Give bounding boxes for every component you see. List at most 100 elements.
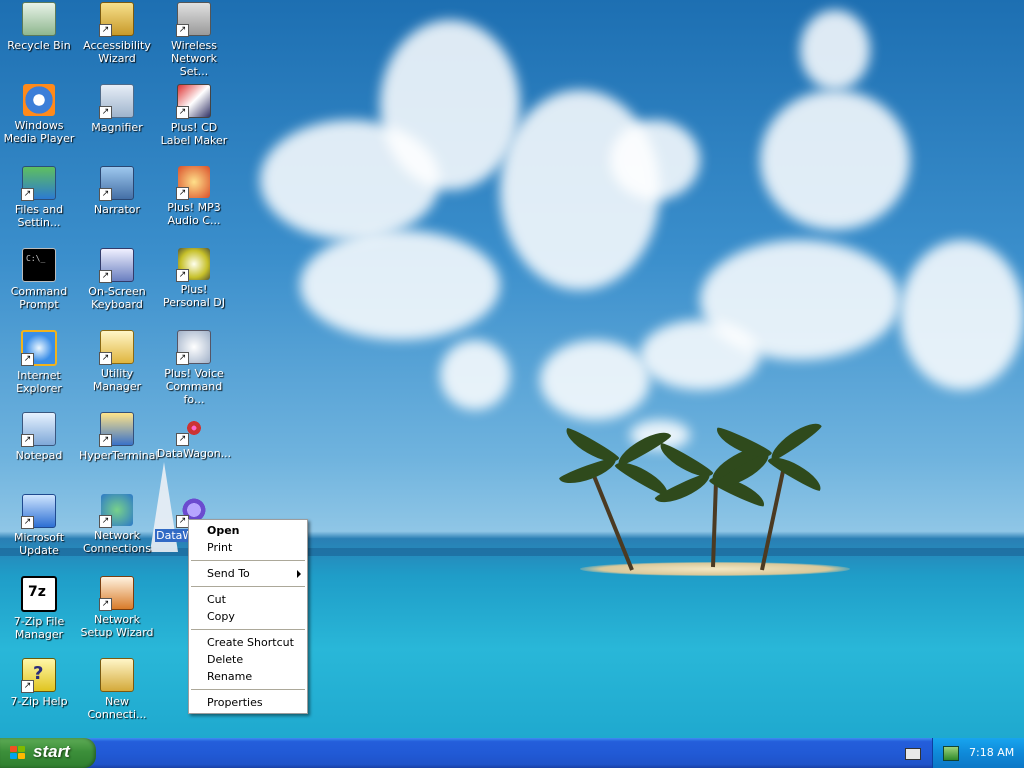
- menu-item-label: Send To: [207, 567, 250, 580]
- icon-label: Recycle Bin: [0, 39, 78, 52]
- menu-item-delete[interactable]: Delete: [189, 651, 307, 668]
- shortcut-arrow-icon: ↗: [176, 106, 189, 119]
- shortcut-arrow-icon: ↗: [99, 188, 112, 201]
- icon-label: Microsoft Update: [0, 531, 78, 557]
- menu-item-cut[interactable]: Cut: [189, 591, 307, 608]
- cloud-shape: [540, 340, 650, 420]
- menu-item-create-shortcut[interactable]: Create Shortcut: [189, 634, 307, 651]
- accessibility-wizard-icon: ↗: [100, 2, 134, 36]
- seven-zip-file-manager-shortcut[interactable]: 7-Zip File Manager: [0, 576, 78, 641]
- shortcut-arrow-icon: ↗: [176, 269, 189, 282]
- cd-label-maker-shortcut[interactable]: ↗ Plus! CD Label Maker: [155, 84, 233, 147]
- windows-media-player-icon: [23, 84, 55, 116]
- personal-dj-icon: ↗: [178, 248, 210, 280]
- menu-separator: [191, 586, 305, 587]
- files-settings-transfer-icon: ↗: [22, 166, 56, 200]
- cloud-shape: [440, 340, 510, 410]
- icon-label: 7-Zip Help: [0, 695, 78, 708]
- shortcut-arrow-icon: ↗: [99, 598, 112, 611]
- icon-label: Internet Explorer: [0, 369, 78, 395]
- submenu-arrow-icon: [297, 570, 301, 578]
- files-settings-transfer-shortcut[interactable]: ↗ Files and Settin...: [0, 166, 78, 229]
- shortcut-arrow-icon: ↗: [99, 270, 112, 283]
- narrator-shortcut[interactable]: ↗ Narrator: [78, 166, 156, 216]
- datawagon-icon: ↗: [178, 412, 210, 444]
- desktop-wallpaper[interactable]: Recycle Bin Windows Media Player ↗ Files…: [0, 0, 1024, 738]
- help-icon: ↗: [22, 658, 56, 692]
- icon-label: On-Screen Keyboard: [78, 285, 156, 311]
- network-setup-wizard-icon: ↗: [100, 576, 134, 610]
- icon-label: Plus! Personal DJ: [155, 283, 233, 309]
- recycle-bin[interactable]: Recycle Bin: [0, 2, 78, 52]
- context-menu: Open Print Send To Cut Copy Create Short…: [188, 519, 308, 714]
- icon-label: New Connecti...: [78, 695, 156, 721]
- clock[interactable]: 7:18 AM: [969, 746, 1014, 759]
- narrator-icon: ↗: [100, 166, 134, 200]
- command-prompt-icon: [22, 248, 56, 282]
- menu-item-print[interactable]: Print: [189, 539, 307, 556]
- shortcut-arrow-icon: ↗: [21, 680, 34, 693]
- menu-separator: [191, 560, 305, 561]
- mp3-audio-converter-shortcut[interactable]: ↗ Plus! MP3 Audio C...: [155, 166, 233, 227]
- keyboard-layout-icon[interactable]: [905, 748, 921, 760]
- new-connection-icon: [100, 658, 134, 692]
- menu-item-rename[interactable]: Rename: [189, 668, 307, 685]
- icon-label: Command Prompt: [0, 285, 78, 311]
- accessibility-wizard-shortcut[interactable]: ↗ Accessibility Wizard: [78, 2, 156, 65]
- taskbar[interactable]: start 7:18 AM: [0, 738, 1024, 768]
- icon-label: Network Connections: [78, 529, 156, 555]
- seven-zip-help-shortcut[interactable]: ↗ 7-Zip Help: [0, 658, 78, 708]
- internet-explorer-icon: ↗: [21, 330, 57, 366]
- menu-separator: [191, 629, 305, 630]
- voice-command-shortcut[interactable]: ↗ Plus! Voice Command fo...: [155, 330, 233, 406]
- icon-label: HyperTerminal: [78, 449, 156, 462]
- notepad-shortcut[interactable]: ↗ Notepad: [0, 412, 78, 462]
- menu-item-copy[interactable]: Copy: [189, 608, 307, 625]
- datawagon-shortcut[interactable]: ↗ DataWagon...: [155, 412, 233, 460]
- icon-label: DataWagon...: [155, 447, 233, 460]
- shortcut-arrow-icon: ↗: [99, 106, 112, 119]
- wireless-network-setup-shortcut[interactable]: ↗ Wireless Network Set...: [155, 2, 233, 78]
- network-setup-wizard-shortcut[interactable]: ↗ Network Setup Wizard: [78, 576, 156, 639]
- icon-label: Magnifier: [78, 121, 156, 134]
- hyperterminal-shortcut[interactable]: ↗ HyperTerminal: [78, 412, 156, 462]
- on-screen-keyboard-icon: ↗: [100, 248, 134, 282]
- cloud-shape: [610, 120, 700, 200]
- menu-item-send-to[interactable]: Send To: [189, 565, 307, 582]
- hyperterminal-icon: ↗: [100, 412, 134, 446]
- magnifier-shortcut[interactable]: ↗ Magnifier: [78, 84, 156, 134]
- personal-dj-shortcut[interactable]: ↗ Plus! Personal DJ: [155, 248, 233, 309]
- menu-item-properties[interactable]: Properties: [189, 694, 307, 711]
- cd-label-maker-icon: ↗: [177, 84, 211, 118]
- windows-logo-icon: [10, 746, 26, 760]
- icon-label: Windows Media Player: [0, 119, 78, 145]
- microsoft-update-shortcut[interactable]: ↗ Microsoft Update: [0, 494, 78, 557]
- shortcut-arrow-icon: ↗: [99, 515, 112, 528]
- start-label: start: [33, 742, 70, 762]
- start-button[interactable]: start: [0, 738, 96, 768]
- shortcut-arrow-icon: ↗: [21, 434, 34, 447]
- network-connections-shortcut[interactable]: ↗ Network Connections: [78, 494, 156, 555]
- icon-label: Plus! MP3 Audio C...: [155, 201, 233, 227]
- mp3-audio-converter-icon: ↗: [178, 166, 210, 198]
- command-prompt-shortcut[interactable]: Command Prompt: [0, 248, 78, 311]
- shortcut-arrow-icon: ↗: [99, 24, 112, 37]
- utility-manager-icon: ↗: [100, 330, 134, 364]
- icon-label: 7-Zip File Manager: [0, 615, 78, 641]
- shortcut-arrow-icon: ↗: [99, 352, 112, 365]
- menu-item-open[interactable]: Open: [189, 522, 307, 539]
- new-connection-shortcut[interactable]: New Connecti...: [78, 658, 156, 721]
- recycle-bin-icon: [22, 2, 56, 36]
- network-status-icon[interactable]: [943, 746, 959, 761]
- icon-label: Network Setup Wizard: [78, 613, 156, 639]
- cloud-shape: [300, 230, 500, 340]
- icon-label: Utility Manager: [78, 367, 156, 393]
- on-screen-keyboard-shortcut[interactable]: ↗ On-Screen Keyboard: [78, 248, 156, 311]
- seven-zip-icon: [21, 576, 57, 612]
- shortcut-arrow-icon: ↗: [21, 188, 34, 201]
- shortcut-arrow-icon: ↗: [176, 24, 189, 37]
- internet-explorer-shortcut[interactable]: ↗ Internet Explorer: [0, 330, 78, 395]
- shortcut-arrow-icon: ↗: [21, 353, 34, 366]
- windows-media-player-shortcut[interactable]: Windows Media Player: [0, 84, 78, 145]
- utility-manager-shortcut[interactable]: ↗ Utility Manager: [78, 330, 156, 393]
